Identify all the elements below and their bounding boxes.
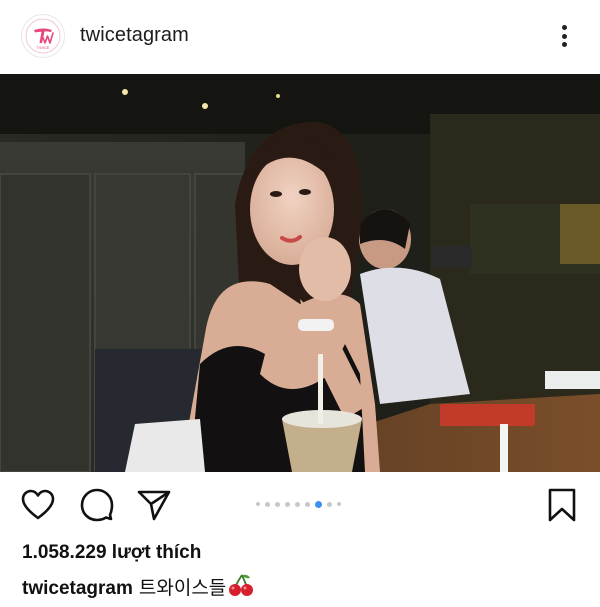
carousel-dot: [327, 501, 332, 507]
dot: [561, 33, 567, 39]
bookmark-icon[interactable]: [544, 487, 580, 523]
comment-icon[interactable]: [79, 487, 115, 523]
avatar[interactable]: TWICE: [21, 14, 65, 58]
carousel-dot: [337, 502, 341, 506]
carousel-dot-active: [315, 500, 322, 508]
carousel-dot: [256, 502, 260, 506]
like-count[interactable]: 1.058.229 lượt thích: [22, 542, 201, 564]
instagram-post: TWICE twicetagram 1.058.229 lượt thích t…: [0, 0, 600, 607]
post-header: TWICE twicetagram: [0, 0, 600, 74]
caption: twicetagram 트와이스들: [22, 573, 254, 603]
svg-text:TWICE: TWICE: [37, 45, 50, 50]
carousel-dot: [295, 501, 300, 507]
caption-text: 트와이스들: [138, 578, 227, 599]
send-icon[interactable]: [136, 487, 172, 523]
carousel-dot: [275, 501, 280, 507]
heart-icon[interactable]: [20, 487, 56, 523]
dot: [561, 25, 567, 30]
dot: [561, 42, 567, 47]
photo-image: [0, 74, 600, 472]
more-vertical-icon[interactable]: [554, 22, 574, 50]
carousel-dot: [265, 501, 270, 507]
caption-username[interactable]: twicetagram: [22, 578, 133, 599]
carousel-indicator: [256, 499, 341, 509]
twice-logo-icon: TWICE: [25, 18, 61, 54]
header-username[interactable]: twicetagram: [80, 24, 189, 47]
carousel-dot: [305, 501, 310, 507]
cherry-icon: [228, 573, 254, 603]
post-photo[interactable]: [0, 74, 600, 472]
carousel-dot: [285, 501, 290, 507]
